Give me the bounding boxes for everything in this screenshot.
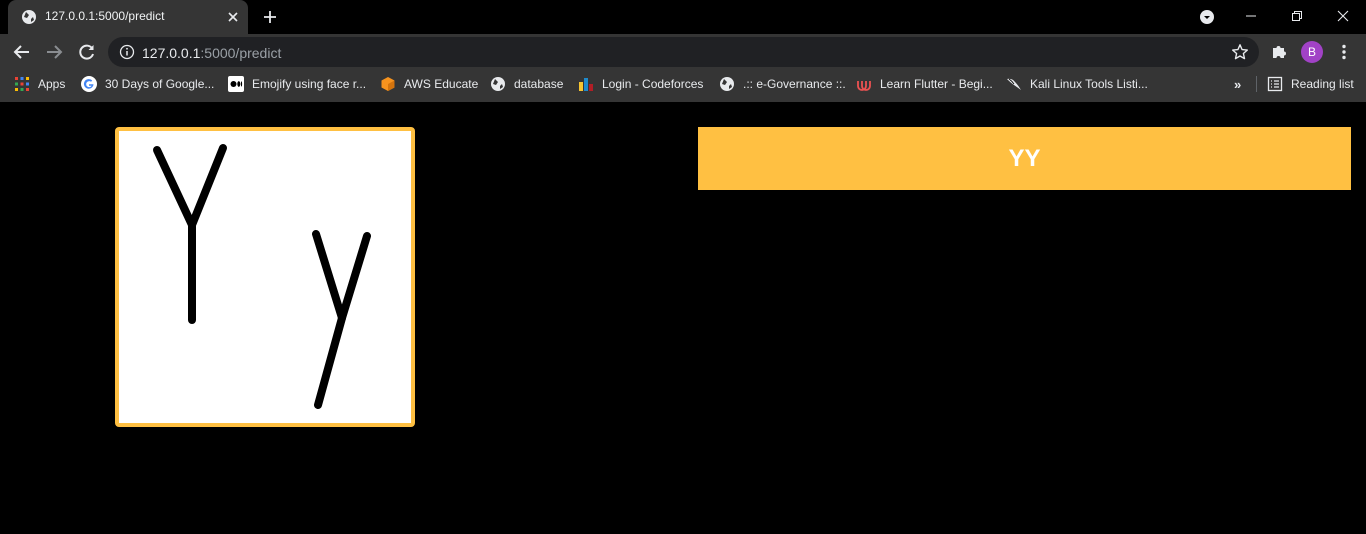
bookmark-apps[interactable]: Apps [14, 70, 65, 98]
google-icon [81, 76, 97, 92]
tab-strip: 127.0.0.1:5000/predict [0, 0, 1366, 34]
stroke-lower-y-tail [314, 314, 346, 409]
aws-cube-icon [380, 76, 396, 92]
close-tab-icon[interactable] [225, 9, 241, 25]
tab-title: 127.0.0.1:5000/predict [45, 9, 165, 23]
reading-list-icon [1267, 76, 1283, 92]
globe-icon [21, 9, 37, 25]
url-text: 127.0.0.1:5000/predict [142, 45, 281, 61]
forward-arrow-icon[interactable] [44, 42, 64, 62]
reading-list-button[interactable]: Reading list [1267, 70, 1354, 98]
bookmark-label: database [514, 77, 564, 91]
back-arrow-icon[interactable] [12, 42, 32, 62]
medium-icon [228, 76, 244, 92]
udemy-icon [856, 76, 872, 92]
bookmark-learn-flutter[interactable]: Learn Flutter - Begi... [856, 70, 993, 98]
bookmark-kali-linux-tools[interactable]: Kali Linux Tools Listi... [1006, 70, 1148, 98]
apps-grid-icon [14, 76, 30, 92]
kali-dragon-icon [1006, 76, 1022, 92]
globe-icon [719, 76, 735, 92]
url-path: :5000/predict [200, 45, 282, 61]
drawing-canvas[interactable] [115, 127, 415, 427]
bookmarks-bar: Apps 30 Days of Google... Emojify using … [0, 70, 1366, 102]
bookmarks-divider [1256, 76, 1257, 92]
bookmark-star-icon[interactable] [1231, 43, 1249, 61]
bookmark-label: Apps [38, 77, 66, 91]
bookmark-database[interactable]: database [490, 70, 563, 98]
kebab-menu-icon[interactable] [1335, 43, 1353, 61]
more-bookmarks-chevron-icon[interactable]: » [1234, 70, 1241, 98]
bookmark-label: Login - Codeforces [602, 77, 704, 91]
browser-tab-active[interactable]: 127.0.0.1:5000/predict [8, 0, 248, 34]
bookmark-label: AWS Educate [404, 77, 479, 91]
bookmark-label: .:: e-Governance ::. [743, 77, 846, 91]
bookmark-label: Emojify using face r... [252, 77, 367, 91]
minimize-icon[interactable] [1228, 0, 1274, 32]
handwritten-strokes [153, 144, 371, 409]
bookmark-emojify[interactable]: Emojify using face r... [228, 70, 366, 98]
close-window-icon[interactable] [1320, 0, 1366, 32]
bookmark-codeforces[interactable]: Login - Codeforces [578, 70, 703, 98]
stroke-lower-y-arms [312, 230, 371, 322]
reload-icon[interactable] [77, 42, 97, 62]
site-info-icon[interactable] [119, 44, 135, 60]
stroke-capital-y-arms [153, 144, 227, 229]
prediction-result-banner: YY [698, 127, 1351, 190]
prediction-text: YY [1008, 144, 1041, 172]
extensions-puzzle-icon[interactable] [1270, 42, 1288, 60]
bookmark-30-days-of-google[interactable]: 30 Days of Google... [81, 70, 214, 98]
new-tab-icon[interactable] [261, 8, 279, 26]
reading-list-label: Reading list [1291, 77, 1354, 91]
profile-avatar[interactable]: B [1301, 41, 1323, 63]
bookmark-e-governance[interactable]: .:: e-Governance ::. [719, 70, 846, 98]
url-host: 127.0.0.1 [142, 45, 201, 61]
bookmark-label: Learn Flutter - Begi... [880, 77, 993, 91]
address-bar[interactable]: 127.0.0.1:5000/predict [108, 37, 1259, 67]
bookmark-label: 30 Days of Google... [105, 77, 215, 91]
globe-icon [490, 76, 506, 92]
tab-search-icon[interactable] [1199, 9, 1215, 25]
restore-icon[interactable] [1274, 0, 1320, 32]
bookmark-label: Kali Linux Tools Listi... [1030, 77, 1148, 91]
bookmark-aws-educate[interactable]: AWS Educate [380, 70, 478, 98]
browser-toolbar: 127.0.0.1:5000/predict [0, 34, 1366, 70]
codeforces-icon [578, 76, 594, 92]
